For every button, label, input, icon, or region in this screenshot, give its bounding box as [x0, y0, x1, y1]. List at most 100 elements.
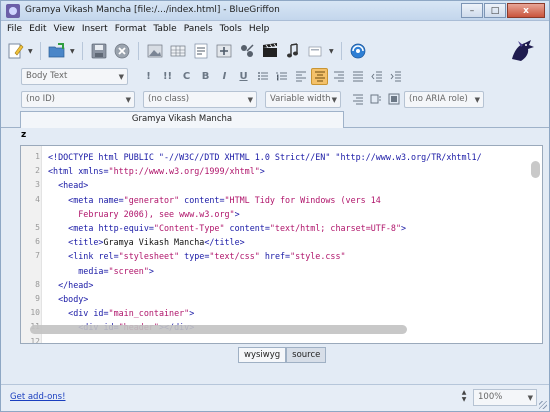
preview-icon[interactable]	[348, 41, 368, 61]
code-token: <meta	[68, 223, 99, 233]
menu-help[interactable]: Help	[249, 24, 270, 34]
align-lines-icon[interactable]	[349, 91, 366, 108]
title-bar: Gramya Vikash Mancha [file:/.../index.ht…	[1, 1, 549, 21]
code-token: <body>	[58, 294, 89, 304]
aria-role-select[interactable]: (no ARIA role) ▼	[404, 90, 484, 108]
vertical-scrollbar[interactable]	[531, 161, 540, 178]
form-dropdown-icon[interactable]: ▼	[329, 41, 335, 61]
table-icon[interactable]	[168, 41, 188, 61]
code-token: February 2006), see www.w3.org"	[78, 208, 235, 219]
code-token: >	[148, 265, 154, 276]
aria-role-value: (no ARIA role)	[409, 93, 468, 104]
menu-table[interactable]: Table	[153, 24, 176, 34]
zoom-select[interactable]: 100% ▼	[473, 389, 537, 406]
code-token: </head>	[58, 279, 94, 290]
menu-insert[interactable]: Insert	[82, 24, 108, 34]
menu-panels[interactable]: Panels	[184, 24, 213, 34]
source-editor[interactable]: 12345678910111213 <!DOCTYPE html PUBLIC …	[20, 145, 543, 344]
open-document-icon[interactable]	[47, 41, 67, 61]
code-token: "Content-Type"	[153, 223, 225, 233]
chevron-down-icon: ▼	[527, 394, 533, 402]
menu-edit[interactable]: Edit	[29, 24, 46, 34]
save-icon[interactable]	[89, 41, 109, 61]
emphasis-button[interactable]: !	[140, 68, 157, 85]
toolbar-separator	[82, 42, 83, 60]
link-icon[interactable]	[191, 41, 211, 61]
main-toolbar: ▼ ▼ ▼	[5, 38, 545, 64]
width-select[interactable]: Variable width ▼	[265, 90, 341, 108]
zoom-spinner[interactable]: ▲ ▼	[458, 389, 470, 406]
chevron-down-icon: ▼	[247, 95, 253, 104]
code-line: <title>Gramya Vikash Mancha</title>	[48, 237, 244, 248]
block-icon[interactable]	[367, 91, 384, 108]
align-right-icon[interactable]	[330, 68, 347, 85]
id-value: (no ID)	[26, 93, 55, 104]
code-token: http-equiv=	[98, 223, 154, 233]
id-select[interactable]: (no ID) ▼	[21, 90, 135, 108]
minimize-button[interactable]: –	[461, 3, 483, 18]
menu-tools[interactable]: Tools	[220, 24, 242, 34]
code-line: <!DOCTYPE html PUBLIC "-//W3C//DTD XHTML…	[48, 152, 482, 162]
app-window: Gramya Vikash Mancha [file:/.../index.ht…	[0, 0, 550, 412]
strong-emphasis-button[interactable]: !!	[159, 68, 176, 85]
code-button[interactable]: C	[178, 68, 195, 85]
tab-document[interactable]: Gramya Vikash Mancha	[20, 111, 344, 128]
get-addons-link[interactable]: Get add-ons!	[10, 392, 66, 402]
justify-icon[interactable]	[349, 68, 366, 85]
new-document-dropdown-icon[interactable]: ▼	[28, 41, 34, 61]
chevron-down-icon: ▼	[118, 72, 124, 81]
box-model-icon[interactable]	[385, 91, 402, 108]
code-line: <link rel="stylesheet" type="text/css" h…	[48, 251, 345, 261]
new-document-icon[interactable]	[5, 41, 25, 61]
anchor-icon[interactable]	[237, 41, 257, 61]
resize-grip-icon[interactable]	[539, 401, 547, 409]
code-token: <!DOCTYPE html PUBLIC "-//W3C//DTD XHTML…	[48, 152, 482, 162]
code-token: id=	[93, 308, 109, 319]
code-token: media=	[78, 265, 109, 276]
source-button[interactable]: source	[286, 347, 327, 363]
maximize-button[interactable]: □	[484, 3, 506, 18]
audio-icon[interactable]	[283, 41, 303, 61]
menu-file[interactable]: File	[7, 24, 22, 34]
outdent-icon[interactable]	[368, 68, 385, 85]
code-token: name=	[98, 194, 124, 205]
indent-icon[interactable]	[387, 68, 404, 85]
code-line: <meta name="generator" content="HTML Tid…	[48, 195, 381, 205]
italic-button[interactable]: I	[216, 68, 233, 85]
align-left-icon[interactable]	[292, 68, 309, 85]
line-number: 7	[35, 251, 40, 261]
menu-view[interactable]: View	[54, 24, 75, 34]
horizontal-scrollbar[interactable]	[30, 325, 407, 334]
bulleted-list-icon[interactable]	[254, 68, 271, 85]
close-button[interactable]: x	[507, 3, 545, 18]
form-field-icon[interactable]	[306, 41, 326, 61]
code-token: "main_container"	[108, 308, 190, 319]
close-document-icon[interactable]	[112, 41, 132, 61]
menu-bar: File Edit View Insert Format Table Panel…	[1, 21, 549, 37]
window-title: Gramya Vikash Mancha [file:/.../index.ht…	[25, 5, 280, 15]
line-number-gutter: 12345678910111213	[21, 146, 42, 343]
chevron-down-icon: ▼	[474, 95, 480, 104]
class-select[interactable]: (no class) ▼	[143, 90, 257, 108]
menu-format[interactable]: Format	[115, 24, 147, 34]
image-icon[interactable]	[145, 41, 165, 61]
code-token: "HTML Tidy for Windows (vers 14	[224, 194, 381, 205]
paragraph-style-select[interactable]: Body Text ▼	[21, 67, 128, 85]
code-token: content=	[179, 194, 225, 205]
code-token: "text/html; charset=UTF-8"	[269, 223, 401, 233]
wysiwyg-button[interactable]: wysiwyg	[238, 347, 287, 363]
structure-bar[interactable]: z	[1, 129, 549, 143]
code-line: </head>	[48, 280, 93, 290]
bold-button[interactable]: B	[197, 68, 214, 85]
align-center-icon[interactable]	[311, 67, 328, 85]
form-icon[interactable]	[214, 41, 234, 61]
toolbar-separator	[40, 42, 41, 60]
numbered-list-icon[interactable]	[273, 68, 290, 85]
video-icon[interactable]	[260, 41, 280, 61]
code-token: <title>	[68, 237, 104, 248]
code-token: <meta	[68, 194, 99, 205]
code-line: <html xmlns="http://www.w3.org/1999/xhtm…	[48, 166, 265, 176]
underline-button[interactable]: U	[235, 68, 252, 85]
view-mode-switch: wysiwyg source	[238, 347, 327, 363]
open-dropdown-icon[interactable]: ▼	[70, 41, 76, 61]
